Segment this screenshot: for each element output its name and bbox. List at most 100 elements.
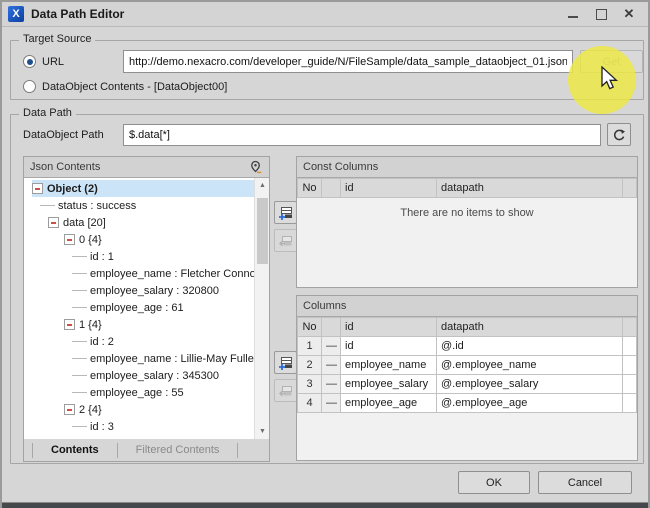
cell-blank [623,337,637,356]
cancel-button[interactable]: Cancel [538,471,632,494]
column-header[interactable] [623,318,637,337]
tree-scrollbar[interactable]: ▲ ▼ [254,178,269,439]
cell-datapath[interactable]: @.employee_name [437,356,623,375]
scrollbar-thumb[interactable] [257,198,268,264]
tree-item[interactable]: 0 {4} [24,231,254,248]
columns-title: Columns [303,300,346,312]
column-header[interactable] [623,179,637,198]
radio-unselected-icon[interactable] [23,80,36,93]
scroll-down-icon[interactable]: ▼ [255,424,269,439]
cell-datapath[interactable]: @.employee_age [437,394,623,413]
tree-collapse-icon[interactable] [32,183,43,194]
cell-dash[interactable]: — [322,337,341,356]
add-row-icon [278,205,294,221]
const-columns-panel: Const Columns Noiddatapath There are no … [296,156,638,288]
tree-connector [40,205,55,206]
tree-item[interactable]: status : success [24,197,254,214]
tree-item[interactable]: Object (2) [24,180,254,197]
tree-item-label: employee_name : Lillie-May Fuller [90,353,254,365]
get-button[interactable]: Get [580,50,643,73]
ok-button[interactable]: OK [458,471,530,494]
dataobject-radio-label: DataObject Contents - [DataObject00] [42,81,227,93]
tree-collapse-icon[interactable] [64,234,75,245]
const-columns-title: Const Columns [303,161,378,173]
column-header[interactable] [322,179,341,198]
remove-column-button[interactable] [274,379,297,402]
cell-no[interactable]: 3 [298,375,322,394]
tree-item[interactable]: employee_name : Lillie-May Fuller [24,350,254,367]
tree-item-label: employee_age : 55 [90,387,184,399]
column-row[interactable]: 4—employee_age@.employee_age [298,394,637,413]
column-row[interactable]: 2—employee_name@.employee_name [298,356,637,375]
column-header[interactable]: No [298,179,322,198]
tree-item[interactable]: 1 {4} [24,316,254,333]
tab-contents[interactable]: Contents [32,443,117,458]
url-radio-label: URL [42,56,64,68]
tree-collapse-icon[interactable] [48,217,59,228]
add-column-button[interactable] [274,351,297,374]
tree-item-label: 1 {4} [79,319,102,331]
cell-no[interactable]: 2 [298,356,322,375]
tree-item-label: employee_age : 61 [90,302,184,314]
tree-collapse-icon[interactable] [64,404,75,415]
json-contents-panel: Json Contents Object (2)status : success… [23,156,270,462]
cell-datapath[interactable]: @.employee_salary [437,375,623,394]
column-row[interactable]: 3—employee_salary@.employee_salary [298,375,637,394]
add-const-column-button[interactable] [274,201,297,224]
column-header[interactable]: datapath [437,318,623,337]
tree-connector [72,290,87,291]
minimize-icon[interactable] [566,7,580,21]
column-header[interactable]: datapath [437,179,623,198]
tree-item[interactable]: employee_age : 61 [24,299,254,316]
cell-dash[interactable]: — [322,375,341,394]
url-input[interactable] [123,50,573,73]
cell-datapath[interactable]: @.id [437,337,623,356]
tree-item[interactable]: employee_salary : 320800 [24,282,254,299]
tree-item[interactable]: data [20] [24,214,254,231]
column-header[interactable]: No [298,318,322,337]
tree-item[interactable]: id : 3 [24,418,254,435]
cell-id[interactable]: employee_name [341,356,437,375]
tree-collapse-icon[interactable] [64,319,75,330]
cell-no[interactable]: 1 [298,337,322,356]
cell-id[interactable]: employee_age [341,394,437,413]
url-radio[interactable]: URL [23,55,64,68]
cell-id[interactable]: employee_salary [341,375,437,394]
tree-connector [72,392,87,393]
refresh-button[interactable] [607,123,631,146]
column-row[interactable]: 1—id@.id [298,337,637,356]
tree-item[interactable]: employee_salary : 345300 [24,367,254,384]
const-columns-table: Noiddatapath [297,178,637,198]
json-contents-header: Json Contents [24,157,269,178]
dataobject-radio[interactable]: DataObject Contents - [DataObject00] [23,80,227,93]
tree-item[interactable]: id : 1 [24,248,254,265]
pin-icon[interactable] [248,160,263,175]
cell-dash[interactable]: — [322,356,341,375]
cell-blank [623,394,637,413]
close-icon[interactable]: ✕ [622,7,636,21]
columns-panel: Columns Noiddatapath 1—id@.id2—employee_… [296,295,638,461]
tree-item[interactable]: employee_name : Fletcher Connolly [24,265,254,282]
remove-const-column-button[interactable] [274,229,297,252]
dataobject-path-input[interactable] [123,124,601,146]
radio-selected-icon[interactable] [23,55,36,68]
tree-item-label: data [20] [63,217,106,229]
scroll-up-icon[interactable]: ▲ [255,178,269,193]
column-header[interactable]: id [341,179,437,198]
column-header[interactable]: id [341,318,437,337]
cell-id[interactable]: id [341,337,437,356]
column-header[interactable] [322,318,341,337]
maximize-icon[interactable] [594,7,608,21]
tree-item[interactable]: id : 2 [24,333,254,350]
cell-no[interactable]: 4 [298,394,322,413]
window-bottom-edge [2,502,648,508]
tree-item[interactable]: 2 {4} [24,401,254,418]
tab-filtered-contents[interactable]: Filtered Contents [117,443,239,458]
tree-item-label: employee_salary : 320800 [90,285,219,297]
tree-item[interactable]: employee_age : 55 [24,384,254,401]
tree-item-label: 2 {4} [79,404,102,416]
cell-dash[interactable]: — [322,394,341,413]
target-source-group: Target Source URL Get DataObject Content… [10,40,644,100]
tree-connector [72,256,87,257]
tree-connector [72,358,87,359]
